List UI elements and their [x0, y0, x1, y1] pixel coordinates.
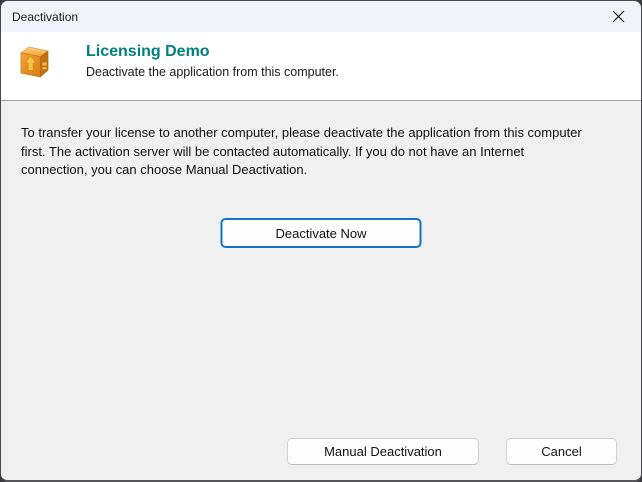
package-box-icon: [18, 44, 51, 84]
header-title: Licensing Demo: [86, 43, 210, 60]
deactivate-now-button[interactable]: Deactivate Now: [220, 218, 422, 248]
window-title: Deactivation: [12, 9, 79, 24]
manual-deactivation-button[interactable]: Manual Deactivation: [287, 438, 479, 465]
header-text: Licensing Demo Deactivate the applicatio…: [86, 43, 339, 80]
titlebar: Deactivation: [1, 1, 641, 32]
deactivation-dialog: Deactivation Licensing Demo Deactivate t…: [0, 0, 642, 482]
close-icon: [612, 10, 625, 23]
dialog-body: To transfer your license to another comp…: [1, 101, 641, 480]
instruction-text: To transfer your license to another comp…: [21, 125, 582, 177]
cancel-button[interactable]: Cancel: [506, 438, 617, 465]
header-subtitle: Deactivate the application from this com…: [86, 65, 339, 79]
close-button[interactable]: [596, 1, 641, 32]
header-banner: Licensing Demo Deactivate the applicatio…: [1, 32, 641, 100]
